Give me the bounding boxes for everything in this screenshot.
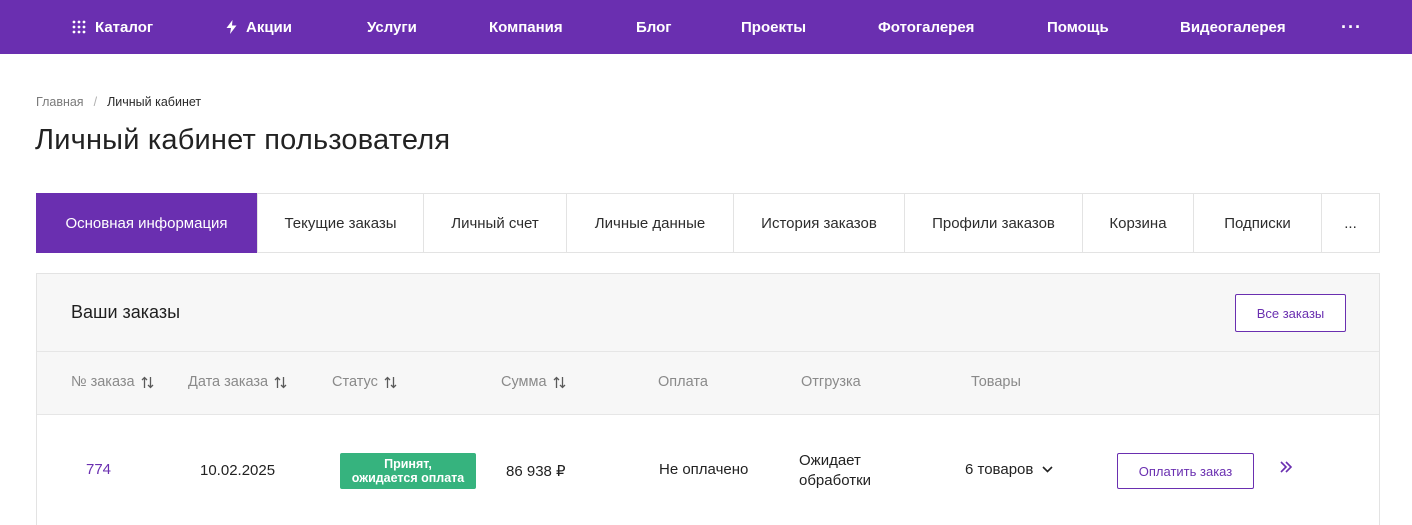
column-goods: Товары <box>971 374 1021 390</box>
goods-count: 6 товаров <box>965 461 1034 478</box>
tab-subscriptions[interactable]: Подписки <box>1194 194 1322 252</box>
payment-status: Не оплачено <box>659 461 749 478</box>
order-sum: 86 938 ₽ <box>506 463 566 480</box>
profile-tabs: Основная информация Текущие заказы Личны… <box>36 193 1380 253</box>
status-badge: Принят, ожидается оплата <box>340 453 476 489</box>
breadcrumb-home-link[interactable]: Главная <box>36 95 84 109</box>
top-navigation: Каталог Акции Услуги Компания Блог Проек… <box>0 0 1412 54</box>
tab-personal-data[interactable]: Личные данные <box>567 194 734 252</box>
column-shipping: Отгрузка <box>801 374 861 390</box>
grid-icon <box>72 20 86 34</box>
nav-item-blog[interactable]: Блог <box>636 0 672 54</box>
tab-personal-account[interactable]: Личный счет <box>424 194 567 252</box>
sort-icon <box>384 376 397 389</box>
nav-more-button[interactable]: ··· <box>1341 0 1362 54</box>
tab-current-orders[interactable]: Текущие заказы <box>258 194 424 252</box>
nav-item-help[interactable]: Помощь <box>1047 0 1109 54</box>
nav-item-label: Каталог <box>95 18 154 36</box>
shipping-line: Ожидает <box>799 452 861 469</box>
sort-icon <box>553 376 566 389</box>
nav-item-label: Акции <box>246 18 293 36</box>
nav-item-label: Услуги <box>367 18 417 36</box>
orders-title: Ваши заказы <box>71 302 181 322</box>
tab-cart[interactable]: Корзина <box>1083 194 1194 252</box>
column-label: Статус <box>332 374 378 390</box>
status-line: ожидается оплата <box>351 471 465 485</box>
status-line: Принят, <box>384 457 432 471</box>
orders-panel: Ваши заказы Все заказы № заказа Дата зак… <box>36 273 1380 525</box>
nav-item-services[interactable]: Услуги <box>367 0 417 54</box>
nav-item-label: Компания <box>489 18 563 36</box>
all-orders-button[interactable]: Все заказы <box>1235 294 1346 332</box>
goods-dropdown[interactable]: 6 товаров <box>965 461 1053 478</box>
order-date: 10.02.2025 <box>200 462 276 479</box>
breadcrumb-separator: / <box>93 95 98 109</box>
sort-icon <box>141 376 154 389</box>
column-label: Дата заказа <box>188 374 269 390</box>
column-sum[interactable]: Сумма <box>501 374 566 390</box>
table-row: 774 10.02.2025 Принят, ожидается оплата … <box>37 415 1379 525</box>
shipping-line: обработки <box>799 472 872 489</box>
nav-item-videogallery[interactable]: Видеогалерея <box>1180 0 1286 54</box>
lightning-icon <box>226 20 237 34</box>
shipping-status: Ожидает обработки <box>799 451 871 491</box>
double-chevron-right-icon[interactable] <box>1279 461 1293 473</box>
nav-item-sales[interactable]: Акции <box>226 0 292 54</box>
column-order-date[interactable]: Дата заказа <box>188 374 287 390</box>
nav-item-projects[interactable]: Проекты <box>741 0 806 54</box>
column-order-number[interactable]: № заказа <box>71 374 154 390</box>
tab-main-info[interactable]: Основная информация <box>36 193 258 253</box>
sort-icon <box>274 376 287 389</box>
tab-order-profiles[interactable]: Профили заказов <box>905 194 1083 252</box>
breadcrumb-current: Личный кабинет <box>107 95 202 109</box>
nav-item-label: Видеогалерея <box>1180 18 1286 36</box>
orders-table-header: № заказа Дата заказа Статус Сумма Оплата… <box>37 352 1379 415</box>
order-number-link[interactable]: 774 <box>86 461 111 478</box>
tab-order-history[interactable]: История заказов <box>734 194 905 252</box>
column-label: № заказа <box>71 374 135 390</box>
nav-item-label: Фотогалерея <box>878 18 975 36</box>
nav-item-label: Проекты <box>741 18 807 36</box>
tab-more[interactable]: ... <box>1322 194 1379 252</box>
column-payment: Оплата <box>658 374 708 390</box>
chevron-down-icon <box>1042 466 1053 473</box>
page-title: Личный кабинет пользователя <box>35 124 451 156</box>
nav-item-company[interactable]: Компания <box>489 0 563 54</box>
nav-item-label: Блог <box>636 18 672 36</box>
pay-order-button[interactable]: Оплатить заказ <box>1117 453 1254 489</box>
column-status[interactable]: Статус <box>332 374 397 390</box>
breadcrumb: Главная / Личный кабинет <box>36 95 201 109</box>
nav-item-catalog[interactable]: Каталог <box>72 0 153 54</box>
orders-panel-header: Ваши заказы Все заказы <box>37 274 1379 352</box>
nav-item-label: Помощь <box>1047 18 1109 36</box>
column-label: Сумма <box>501 374 547 390</box>
nav-item-photogallery[interactable]: Фотогалерея <box>878 0 974 54</box>
